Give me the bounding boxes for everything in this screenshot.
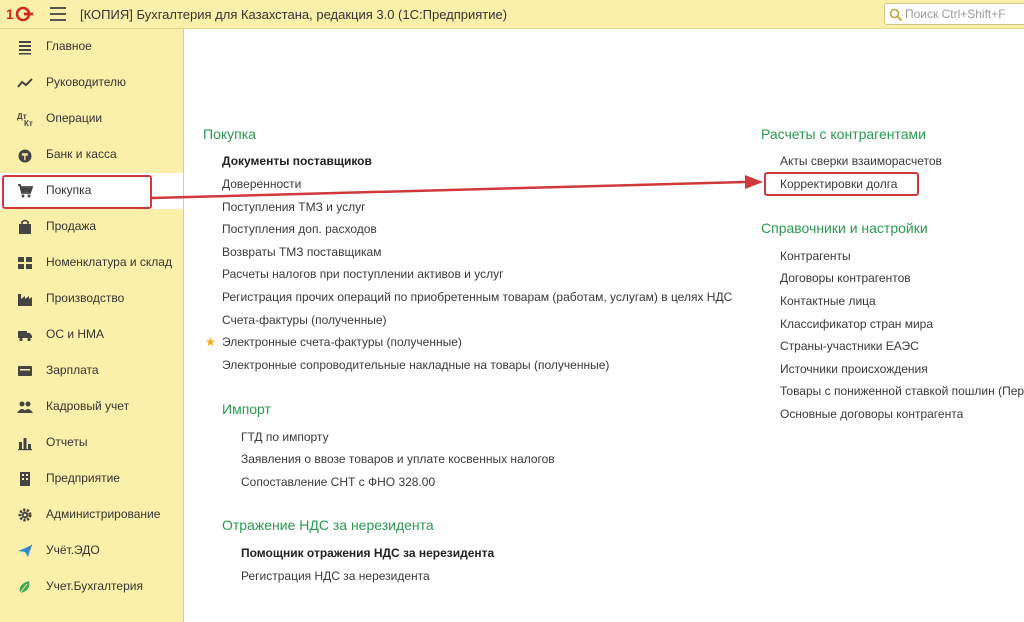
search-input[interactable] (905, 6, 1023, 22)
wallet-icon (18, 366, 32, 376)
link-tax-calculations[interactable]: Расчеты налогов при поступлении активов … (222, 267, 503, 281)
title-bar: 1 [КОПИЯ] Бухгалтерия для Казахстана, ре… (0, 0, 1024, 29)
trend-chart-icon (17, 78, 33, 88)
sidebar-item-label: Учет.Бухгалтерия (46, 579, 143, 593)
section-title-purchase: Покупка (203, 126, 256, 142)
section-title-import: Импорт (222, 401, 271, 417)
search-box[interactable] (884, 3, 1024, 25)
sidebar-item-label: Покупка (46, 183, 92, 197)
link-e-invoices-received[interactable]: Электронные счета-фактуры (полученные) (222, 335, 462, 349)
link-goods-receipts[interactable]: Поступления ТМЗ и услуг (222, 200, 365, 214)
sidebar-item-label: Главное (46, 39, 92, 53)
grid-icon (18, 257, 32, 269)
sidebar-item-administration[interactable]: Администрирование (0, 497, 183, 533)
link-debt-adjustments[interactable]: Корректировки долга (780, 177, 897, 191)
favorite-star-icon[interactable]: ★ (205, 335, 216, 349)
section-title-references: Справочники и настройки (761, 220, 928, 236)
sidebar-item-purchase[interactable]: Покупка (0, 173, 183, 209)
svg-text:1: 1 (6, 6, 14, 22)
link-invoices-received[interactable]: Счета-фактуры (полученные) (222, 313, 387, 327)
link-main-contracts[interactable]: Основные договоры контрагента (780, 407, 963, 421)
sidebar-item-sales[interactable]: Продажа (0, 209, 183, 245)
hamburger-menu-icon[interactable] (50, 7, 66, 21)
sidebar-item-label: Операции (46, 111, 103, 125)
link-vat-other-operations[interactable]: Регистрация прочих операций по приобрете… (222, 290, 732, 304)
list-icon (19, 41, 31, 55)
link-nonresident-vat-assistant[interactable]: Помощник отражения НДС за нерезидента (241, 546, 494, 560)
search-icon (889, 8, 903, 22)
leaf-icon (19, 581, 30, 594)
sidebar: Главное Руководителю Дт Кт Операции ₸ Бан… (0, 29, 184, 622)
sidebar-item-fixed-assets[interactable]: ОС и НМА (0, 317, 183, 353)
link-snt-fno-matching[interactable]: Сопоставление СНТ с ФНО 328.00 (241, 475, 435, 489)
sidebar-item-operations[interactable]: Дт Кт Операции (0, 101, 183, 137)
shopping-bag-icon (19, 219, 31, 234)
link-reduced-duty-goods[interactable]: Товары с пониженной ставкой пошлин (Пере… (780, 384, 1024, 398)
sidebar-item-label: Предприятие (46, 471, 120, 485)
link-nonresident-vat-registration[interactable]: Регистрация НДС за нерезидента (241, 569, 430, 583)
link-import-applications[interactable]: Заявления о ввозе товаров и уплате косве… (241, 452, 555, 466)
sidebar-item-label: Отчеты (46, 435, 88, 449)
link-counterparties[interactable]: Контрагенты (780, 249, 851, 263)
sidebar-item-hr[interactable]: Кадровый учет (0, 389, 183, 425)
link-eaeu-countries[interactable]: Страны-участники ЕАЭС (780, 339, 919, 353)
sidebar-item-label: Продажа (46, 219, 97, 233)
link-contracts[interactable]: Договоры контрагентов (780, 271, 911, 285)
sidebar-item-main[interactable]: Главное (0, 29, 183, 65)
section-title-settlements: Расчеты с контрагентами (761, 126, 926, 142)
sidebar-item-label: Номенклатура и склад (46, 255, 172, 269)
link-customs-declarations[interactable]: ГТД по импорту (241, 430, 329, 444)
sidebar-item-label: Учёт.ЭДО (46, 543, 100, 557)
sidebar-item-edo[interactable]: Учёт.ЭДО (0, 533, 183, 569)
link-additional-expenses[interactable]: Поступления доп. расходов (222, 222, 377, 236)
link-origin-sources[interactable]: Источники происхождения (780, 362, 928, 376)
money-bag-icon: ₸ (18, 149, 32, 163)
bar-chart-icon (18, 438, 32, 451)
section-title-nonresident-vat: Отражение НДС за нерезидента (222, 517, 434, 533)
link-supplier-returns[interactable]: Возвраты ТМЗ поставщикам (222, 245, 381, 259)
sidebar-item-salary[interactable]: Зарплата (0, 353, 183, 389)
link-power-of-attorney[interactable]: Доверенности (222, 177, 301, 191)
dt-kt-icon: ДтКт (17, 112, 33, 127)
sidebar-item-accounting[interactable]: Учет.Бухгалтерия (0, 569, 183, 605)
shopping-cart-icon (18, 184, 33, 198)
link-e-waybills-received[interactable]: Электронные сопроводительные накладные н… (222, 358, 609, 372)
building-icon (20, 472, 30, 486)
svg-text:₸: ₸ (21, 152, 28, 162)
truck-icon (18, 331, 32, 342)
svg-text:Кт: Кт (24, 119, 33, 127)
sidebar-item-label: Администрирование (46, 507, 161, 521)
sidebar-item-bank[interactable]: ₸ Банк и касса (0, 137, 183, 173)
sidebar-item-enterprise[interactable]: Предприятие (0, 461, 183, 497)
link-countries-classifier[interactable]: Классификатор стран мира (780, 317, 933, 331)
sidebar-item-reports[interactable]: Отчеты (0, 425, 183, 461)
sidebar-item-label: Кадровый учет (46, 399, 130, 413)
link-supplier-documents[interactable]: Документы поставщиков (222, 154, 372, 168)
sidebar-item-label: Банк и касса (46, 147, 117, 161)
app-title: [КОПИЯ] Бухгалтерия для Казахстана, реда… (80, 7, 508, 22)
sidebar-item-label: Руководителю (46, 75, 127, 89)
sidebar-item-label: Зарплата (46, 363, 99, 377)
sidebar-item-production[interactable]: Производство (0, 281, 183, 317)
gear-icon (18, 508, 32, 522)
link-reconciliation-acts[interactable]: Акты сверки взаиморасчетов (780, 154, 942, 168)
link-contact-persons[interactable]: Контактные лица (780, 294, 876, 308)
sidebar-item-manager[interactable]: Руководителю (0, 65, 183, 101)
paper-plane-icon (18, 544, 33, 557)
sidebar-item-label: Производство (46, 291, 125, 305)
people-icon (17, 401, 33, 413)
factory-icon (18, 294, 32, 306)
1c-logo-icon[interactable]: 1 (6, 6, 38, 22)
sidebar-item-nomenclature[interactable]: Номенклатура и склад (0, 245, 183, 281)
sidebar-item-label: ОС и НМА (46, 327, 105, 341)
